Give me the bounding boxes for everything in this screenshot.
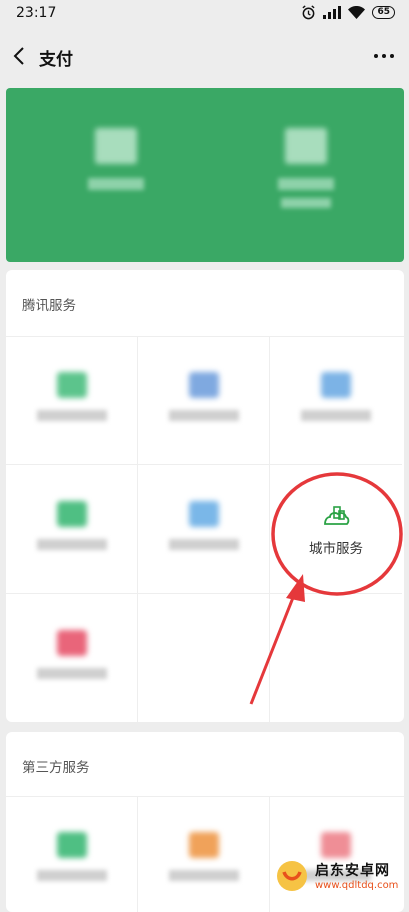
blurred-amount	[281, 198, 331, 208]
service-item[interactable]	[6, 465, 138, 594]
status-bar: 23:17 65	[0, 0, 409, 28]
service-item[interactable]	[6, 336, 138, 465]
service-item[interactable]	[138, 796, 270, 912]
wallet-icon	[285, 128, 327, 164]
service-icon	[321, 832, 351, 858]
status-icons: 65	[301, 5, 395, 20]
signal-icon	[323, 6, 342, 19]
city-service-item[interactable]: 城市服务	[270, 465, 402, 594]
service-icon	[321, 372, 351, 398]
blurred-label	[36, 539, 107, 550]
blurred-label	[36, 668, 107, 679]
service-icon	[56, 832, 87, 858]
watermark: 启东安卓网 www.qdltdq.com	[275, 859, 405, 895]
service-icon	[188, 501, 219, 527]
battery-indicator: 65	[372, 6, 395, 19]
empty-cell	[138, 594, 270, 722]
blurred-label	[88, 178, 144, 190]
blurred-label	[168, 539, 239, 550]
service-item[interactable]	[138, 336, 270, 465]
wifi-icon	[348, 6, 366, 19]
section-title-tencent: 腾讯服务	[22, 298, 76, 314]
tencent-services-card: 腾讯服务 城市服务	[6, 270, 404, 722]
service-item[interactable]	[6, 594, 138, 722]
watermark-logo-icon	[277, 861, 307, 891]
service-icon	[56, 372, 87, 398]
alarm-icon	[302, 5, 316, 20]
back-icon[interactable]	[10, 46, 30, 66]
nav-bar: 支付	[0, 32, 409, 82]
section-title-third-party: 第三方服务	[22, 760, 90, 776]
service-item[interactable]	[138, 465, 270, 594]
wallet-item-collect[interactable]	[56, 128, 176, 190]
status-time: 23:17	[16, 5, 57, 21]
page-title: 支付	[39, 50, 73, 70]
blurred-label	[168, 410, 239, 421]
collect-icon	[95, 128, 137, 164]
blurred-label	[301, 410, 371, 421]
service-icon	[56, 501, 87, 527]
service-icon	[188, 832, 219, 858]
blurred-label	[278, 178, 334, 190]
more-icon[interactable]	[373, 46, 395, 66]
watermark-url: www.qdltdq.com	[315, 880, 399, 891]
city-skyline-icon	[324, 506, 350, 525]
service-icon	[56, 630, 87, 656]
service-icon	[188, 372, 219, 398]
blurred-label	[168, 870, 239, 881]
blurred-label	[36, 870, 107, 881]
service-item[interactable]	[6, 796, 138, 912]
wallet-panel	[6, 88, 404, 262]
blurred-label	[36, 410, 107, 421]
wallet-item-balance[interactable]	[246, 128, 366, 208]
service-item[interactable]	[270, 336, 402, 465]
city-service-label: 城市服务	[309, 541, 363, 557]
watermark-brand: 启东安卓网	[315, 863, 390, 879]
